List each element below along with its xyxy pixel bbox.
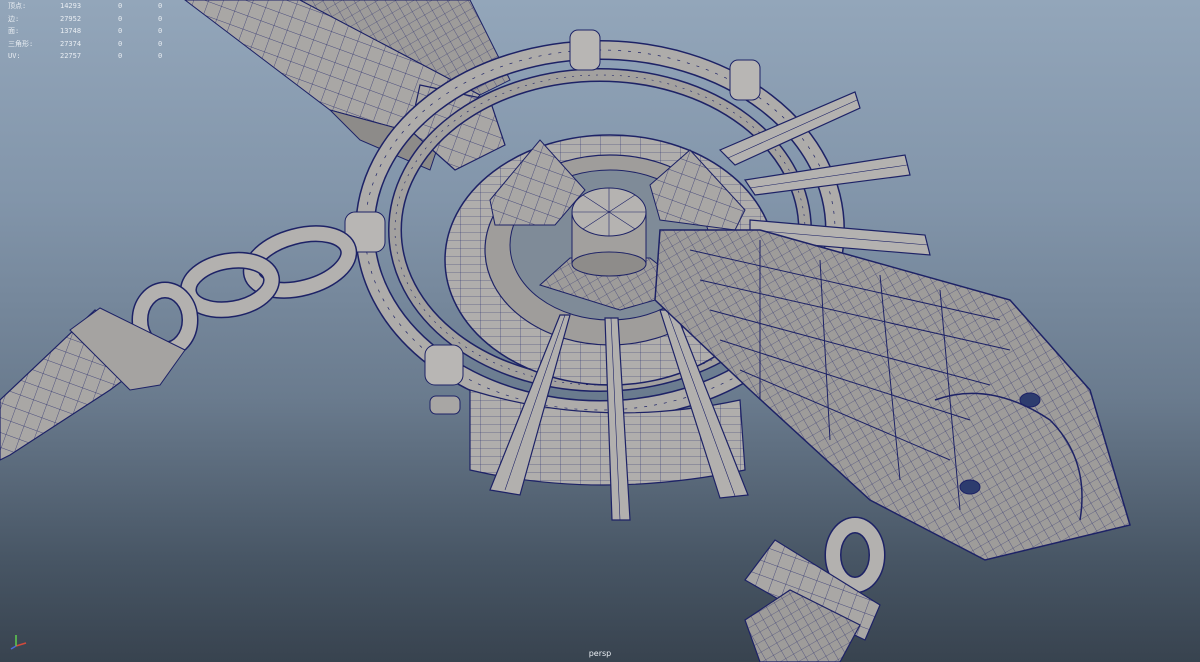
stat-total: 27952 bbox=[60, 14, 82, 23]
stat-total: 13748 bbox=[60, 27, 82, 35]
stat-row-faces: 面: 13748 0 0 bbox=[8, 25, 178, 38]
stat-total: 14293 bbox=[60, 2, 82, 10]
poly-count-hud: 顶点: 14293 0 0 边: 27952 0 0 面: 13748 0 0 … bbox=[8, 0, 178, 63]
keyblade-wireframe-model[interactable] bbox=[0, 0, 1200, 662]
stat-component: 0 bbox=[158, 27, 163, 35]
stat-label: UV: bbox=[8, 52, 21, 60]
left-strap bbox=[0, 307, 186, 461]
stat-label: 三角形: bbox=[8, 39, 34, 48]
camera-name-label: persp bbox=[588, 649, 612, 658]
stat-row-uvs: UV: 22757 0 0 bbox=[8, 50, 178, 63]
stat-total: 22757 bbox=[60, 52, 82, 60]
stat-label: 边: bbox=[8, 14, 20, 23]
axis-gizmo-icon bbox=[10, 635, 27, 650]
stat-selected: 0 bbox=[118, 2, 123, 10]
maya-perspective-viewport[interactable]: 顶点: 14293 0 0 边: 27952 0 0 面: 13748 0 0 … bbox=[0, 0, 1200, 662]
stat-row-triangles: 三角形: 27374 0 0 bbox=[8, 38, 178, 51]
stat-label: 顶点: bbox=[8, 2, 27, 10]
stat-total: 27374 bbox=[60, 39, 82, 48]
stat-selected: 0 bbox=[118, 39, 123, 48]
stat-component: 0 bbox=[158, 52, 163, 60]
bottom-strap bbox=[744, 516, 886, 662]
stat-selected: 0 bbox=[118, 27, 123, 35]
stat-component: 0 bbox=[158, 2, 163, 10]
stat-selected: 0 bbox=[118, 14, 123, 23]
fan-blade-section bbox=[654, 229, 1131, 561]
stat-selected: 0 bbox=[118, 52, 123, 60]
stat-row-edges: 边: 27952 0 0 bbox=[8, 13, 178, 26]
stat-label: 面: bbox=[8, 27, 20, 35]
stat-component: 0 bbox=[158, 39, 163, 48]
keychain-links bbox=[131, 225, 358, 359]
stat-row-vertices: 顶点: 14293 0 0 bbox=[8, 0, 178, 13]
stat-component: 0 bbox=[158, 14, 163, 23]
